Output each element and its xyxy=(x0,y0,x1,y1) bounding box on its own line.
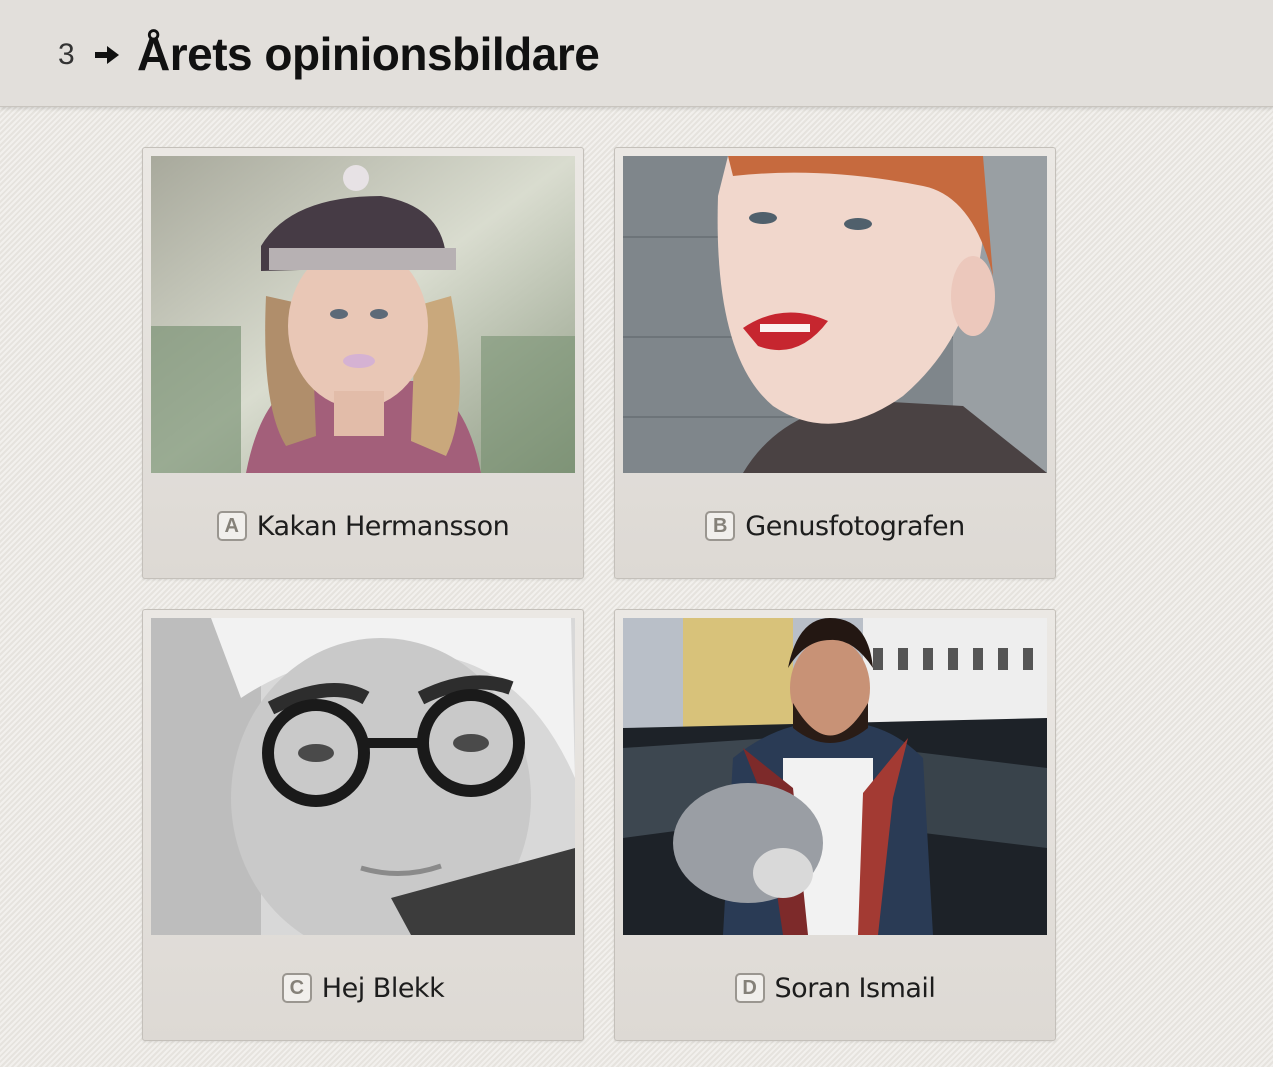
option-photo-b xyxy=(623,156,1047,473)
option-photo-d xyxy=(623,618,1047,935)
option-name-a: Kakan Hermansson xyxy=(256,510,510,542)
option-card-d[interactable]: D Soran Ismail xyxy=(614,609,1056,1041)
option-label-b: B Genusfotografen xyxy=(615,506,1055,546)
option-card-c[interactable]: C Hej Blekk xyxy=(142,609,584,1041)
option-card-a[interactable]: A Kakan Hermansson xyxy=(142,147,584,579)
option-name-b: Genusfotografen xyxy=(745,510,965,542)
option-card-b[interactable]: B Genusfotografen xyxy=(614,147,1056,579)
option-label-a: A Kakan Hermansson xyxy=(143,506,583,546)
option-name-c: Hej Blekk xyxy=(321,972,445,1004)
option-label-d: D Soran Ismail xyxy=(615,968,1055,1008)
option-key-c: C xyxy=(281,973,312,1003)
question-number: 3 xyxy=(58,38,75,71)
option-label-c: C Hej Blekk xyxy=(143,968,583,1008)
question-header: 3 Årets opinionsbildare xyxy=(0,0,1273,107)
option-photo-c xyxy=(151,618,575,935)
arrow-right-icon xyxy=(95,46,119,64)
option-key-d: D xyxy=(734,973,765,1003)
option-key-a: A xyxy=(216,511,247,541)
option-photo-a xyxy=(151,156,575,473)
option-key-b: B xyxy=(705,511,736,541)
option-name-d: Soran Ismail xyxy=(774,972,936,1004)
question-title: Årets opinionsbildare xyxy=(137,28,600,80)
